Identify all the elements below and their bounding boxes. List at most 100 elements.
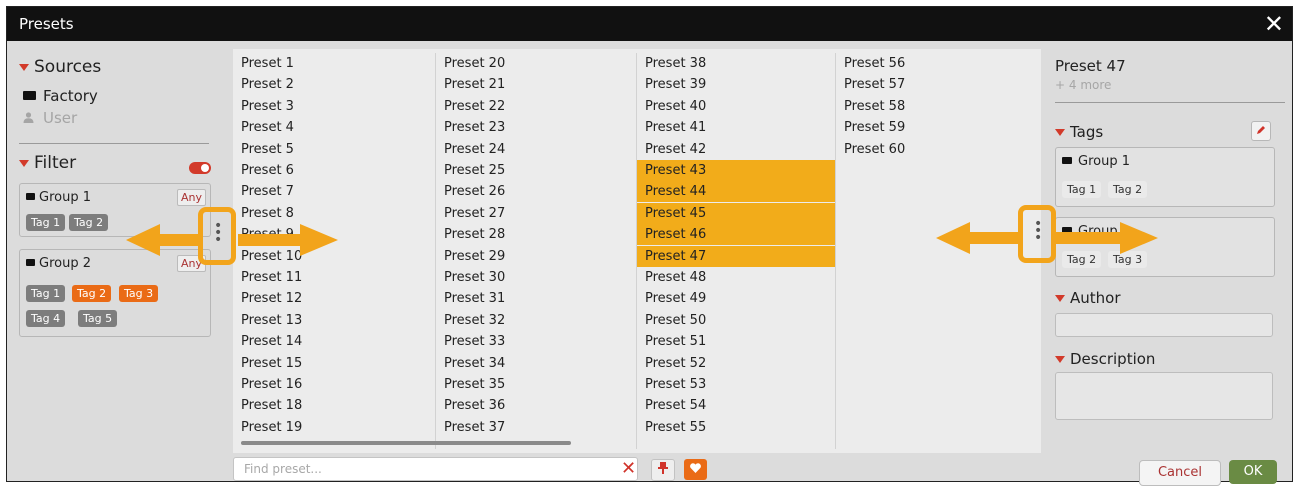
- preset-item[interactable]: Preset 42: [637, 139, 835, 160]
- filter-tag[interactable]: Tag 1: [26, 214, 66, 231]
- left-splitter-handle[interactable]: • • •: [198, 207, 236, 265]
- filter-toggle[interactable]: [189, 162, 211, 174]
- preset-item[interactable]: Preset 35: [436, 374, 636, 395]
- tags-header[interactable]: Tags: [1055, 123, 1103, 141]
- user-icon: [23, 112, 34, 123]
- filter-tag[interactable]: Tag 2: [69, 214, 109, 231]
- preset-item[interactable]: Preset 37: [436, 417, 636, 438]
- horizontal-scrollbar[interactable]: [241, 441, 571, 445]
- preset-item[interactable]: Preset 54: [637, 395, 835, 416]
- preset-item[interactable]: Preset 6: [233, 160, 435, 181]
- preset-item[interactable]: Preset 58: [836, 96, 1041, 117]
- author-field[interactable]: [1055, 313, 1273, 337]
- preset-item[interactable]: Preset 56: [836, 53, 1041, 74]
- description-field[interactable]: [1055, 372, 1273, 420]
- preset-item[interactable]: Preset 20: [436, 53, 636, 74]
- folder-icon: [26, 193, 35, 200]
- preset-item[interactable]: Preset 23: [436, 117, 636, 138]
- preset-item[interactable]: Preset 39: [637, 74, 835, 95]
- preset-item[interactable]: Preset 27: [436, 203, 636, 224]
- preset-item[interactable]: Preset 3: [233, 96, 435, 117]
- right-splitter-handle[interactable]: • • •: [1018, 205, 1056, 263]
- preset-item[interactable]: Preset 5: [233, 139, 435, 160]
- preset-item[interactable]: Preset 29: [436, 246, 636, 267]
- favorite-filter-button[interactable]: [684, 459, 707, 480]
- preset-item[interactable]: Preset 48: [637, 267, 835, 288]
- group-title: Group 2: [26, 256, 91, 271]
- preset-item[interactable]: Preset 50: [637, 310, 835, 331]
- preset-item[interactable]: Preset 19: [233, 417, 435, 438]
- preset-item[interactable]: Preset 18: [233, 395, 435, 416]
- clear-search-icon[interactable]: ✕: [621, 458, 636, 479]
- preset-item[interactable]: Preset 15: [233, 353, 435, 374]
- filter-tag[interactable]: Tag 4: [26, 310, 66, 327]
- preset-item[interactable]: Preset 25: [436, 160, 636, 181]
- collapse-triangle-icon: [1055, 295, 1065, 302]
- search-field: [233, 457, 638, 481]
- filter-tag[interactable]: Tag 5: [78, 310, 118, 327]
- preset-item[interactable]: Preset 47: [637, 245, 835, 267]
- collapse-triangle-icon: [1055, 356, 1065, 363]
- any-button[interactable]: Any: [176, 189, 206, 206]
- preset-item[interactable]: Preset 40: [637, 96, 835, 117]
- preset-item[interactable]: Preset 2: [233, 74, 435, 95]
- preset-list[interactable]: Preset 1 Preset 2 Preset 3 Preset 4 Preset 5…: [233, 49, 1041, 453]
- preset-item[interactable]: Preset 51: [637, 331, 835, 352]
- preset-item[interactable]: Preset 14: [233, 331, 435, 352]
- folder-icon: [23, 91, 36, 100]
- filter-header[interactable]: Filter: [19, 153, 76, 173]
- preset-item[interactable]: Preset 1: [233, 53, 435, 74]
- edit-tags-button[interactable]: [1251, 121, 1271, 141]
- preset-item[interactable]: Preset 32: [436, 310, 636, 331]
- preset-item[interactable]: Preset 38: [637, 53, 835, 74]
- preset-item[interactable]: Preset 12: [233, 288, 435, 309]
- source-item-factory[interactable]: Factory: [23, 87, 98, 105]
- arrow-right-icon: [238, 224, 338, 256]
- preset-item[interactable]: Preset 57: [836, 74, 1041, 95]
- window-title: Presets: [19, 15, 74, 33]
- preset-item[interactable]: Preset 45: [637, 202, 835, 224]
- author-header[interactable]: Author: [1055, 289, 1121, 307]
- close-icon[interactable]: ✕: [1264, 9, 1284, 39]
- filter-tag[interactable]: Tag 1: [26, 285, 66, 302]
- preset-item[interactable]: Preset 30: [436, 267, 636, 288]
- preset-item[interactable]: Preset 41: [637, 117, 835, 138]
- preset-item[interactable]: Preset 44: [637, 181, 835, 203]
- preset-item[interactable]: Preset 53: [637, 374, 835, 395]
- preset-item[interactable]: Preset 13: [233, 310, 435, 331]
- collapse-triangle-icon: [19, 159, 29, 167]
- preset-item[interactable]: Preset 28: [436, 224, 636, 245]
- assigned-tag: Tag 2: [1108, 181, 1148, 198]
- preset-item[interactable]: Preset 33: [436, 331, 636, 352]
- preset-item[interactable]: Preset 60: [836, 139, 1041, 160]
- preset-item[interactable]: Preset 16: [233, 374, 435, 395]
- group-title: Group 1: [26, 190, 91, 205]
- filter-tag-active[interactable]: Tag 2: [72, 285, 112, 302]
- preset-item[interactable]: Preset 21: [436, 74, 636, 95]
- cancel-button[interactable]: Cancel: [1139, 460, 1221, 486]
- filter-tag-active[interactable]: Tag 3: [119, 285, 159, 302]
- preset-item[interactable]: Preset 36: [436, 395, 636, 416]
- collapse-triangle-icon: [19, 63, 29, 71]
- pin-button[interactable]: [651, 459, 675, 481]
- preset-item[interactable]: Preset 7: [233, 181, 435, 202]
- preset-item[interactable]: Preset 11: [233, 267, 435, 288]
- preset-item[interactable]: Preset 31: [436, 288, 636, 309]
- ok-button[interactable]: OK: [1229, 460, 1277, 484]
- preset-item[interactable]: Preset 22: [436, 96, 636, 117]
- preset-item[interactable]: Preset 49: [637, 288, 835, 309]
- preset-item[interactable]: Preset 34: [436, 353, 636, 374]
- preset-item[interactable]: Preset 55: [637, 417, 835, 438]
- sources-header[interactable]: Sources: [19, 57, 101, 77]
- preset-item[interactable]: Preset 24: [436, 139, 636, 160]
- preset-item[interactable]: Preset 43: [637, 160, 835, 181]
- arrow-right-icon: [1056, 222, 1158, 254]
- preset-item[interactable]: Preset 59: [836, 117, 1041, 138]
- preset-item[interactable]: Preset 26: [436, 181, 636, 202]
- source-item-user[interactable]: User: [23, 109, 77, 127]
- description-header[interactable]: Description: [1055, 350, 1155, 368]
- preset-item[interactable]: Preset 52: [637, 353, 835, 374]
- preset-item[interactable]: Preset 4: [233, 117, 435, 138]
- search-input[interactable]: [242, 461, 606, 477]
- preset-item[interactable]: Preset 46: [637, 224, 835, 246]
